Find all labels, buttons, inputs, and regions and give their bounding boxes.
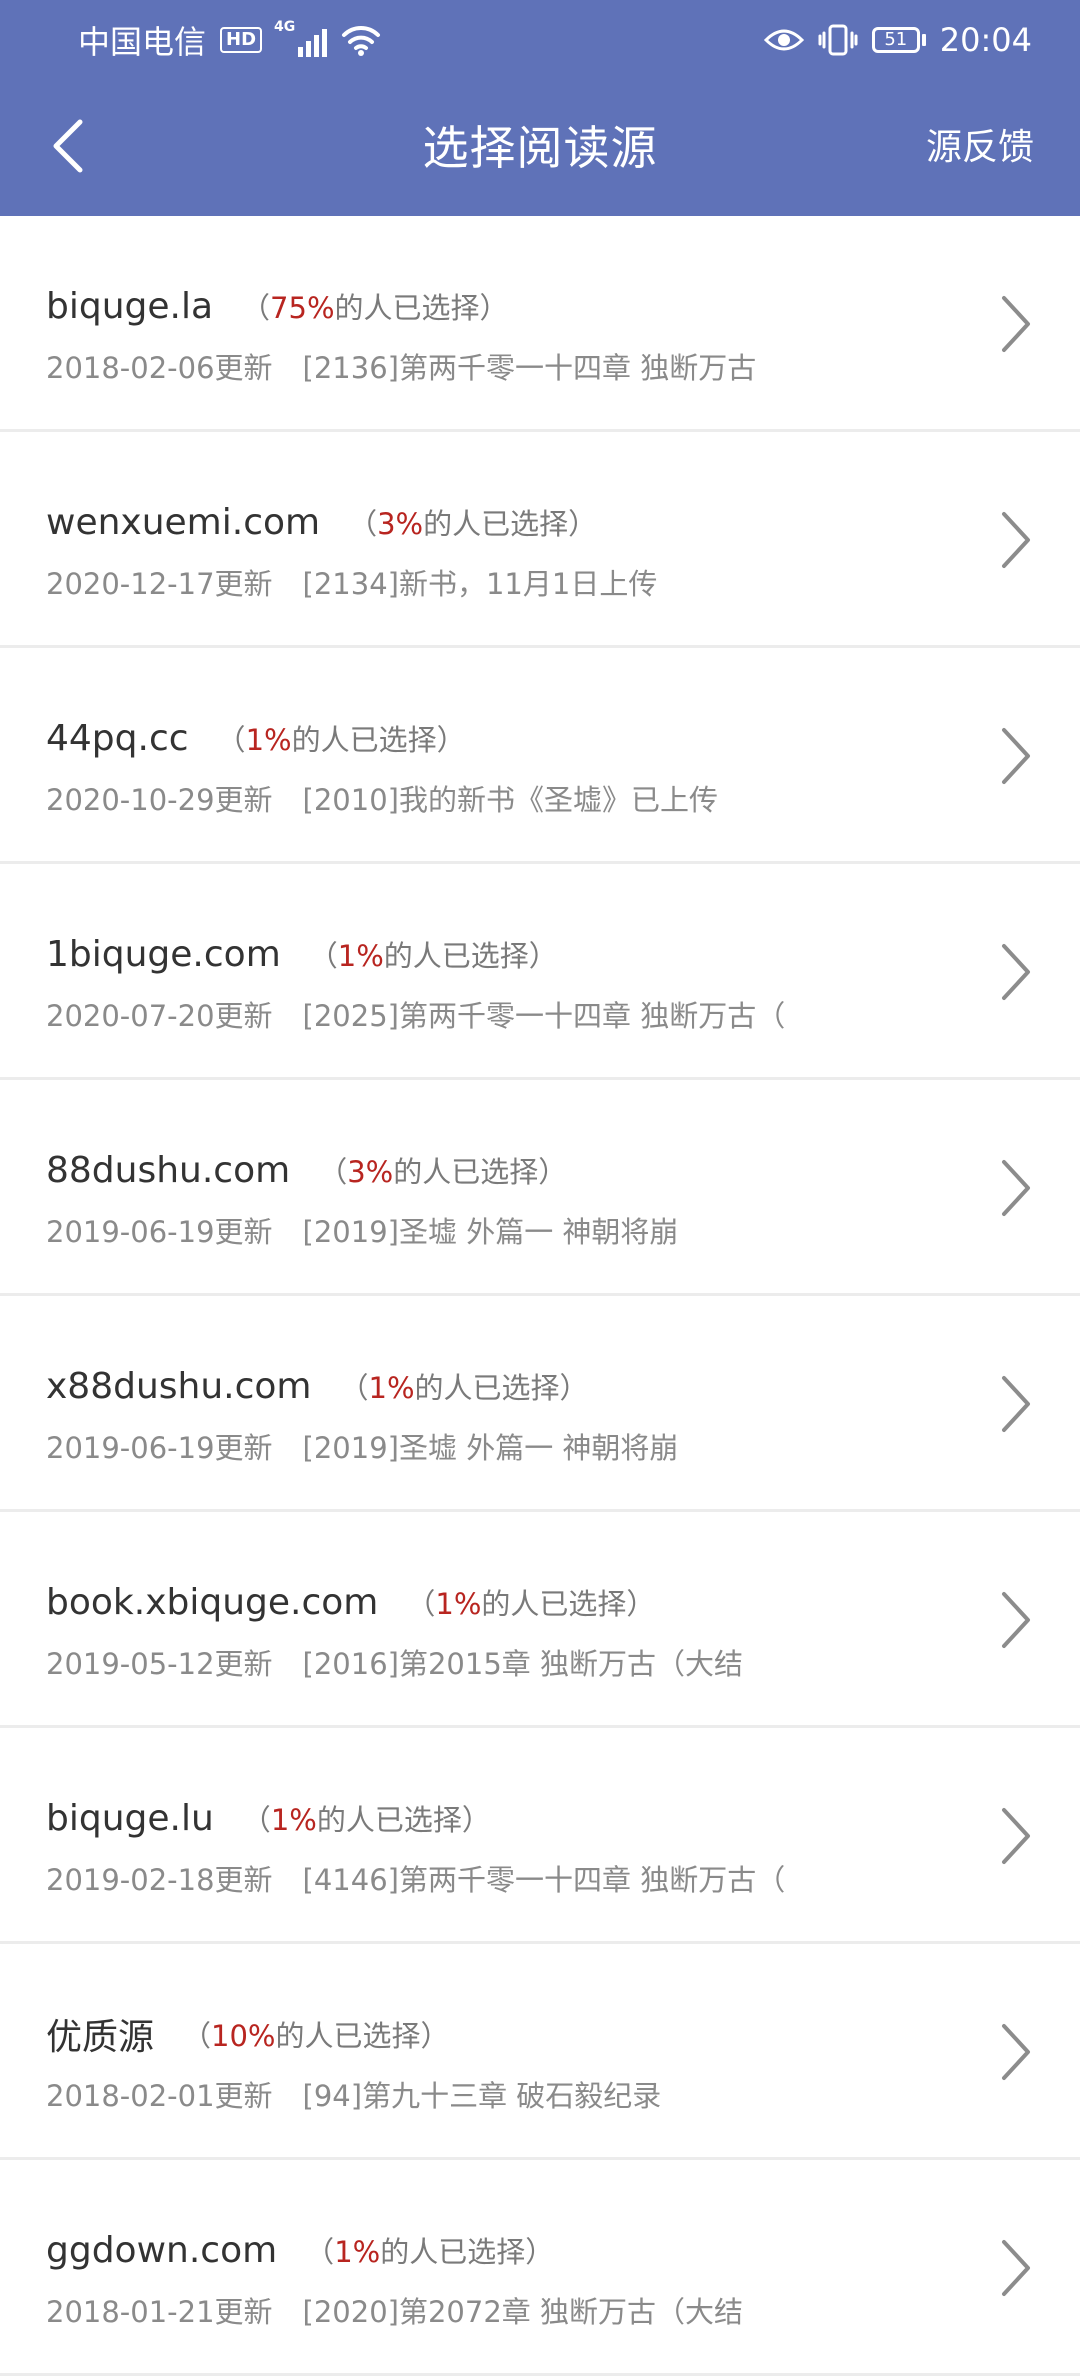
- selection-note: （1%的人已选择）: [241, 1803, 491, 1837]
- battery-level: 51: [871, 27, 920, 53]
- page-title: 选择阅读源: [422, 121, 658, 175]
- source-item[interactable]: x88dushu.com （1%的人已选择） 2019-06-19更新 [201…: [0, 1296, 1080, 1512]
- source-name: ggdown.com: [46, 2229, 278, 2271]
- selection-percent: 1%: [337, 939, 384, 973]
- source-feedback-button[interactable]: 源反馈: [926, 80, 1034, 216]
- selection-note: （1%的人已选择）: [308, 939, 558, 973]
- latest-chapter: [94]第九十三章 破石毅纪录: [302, 2079, 662, 2113]
- selection-note: （75%的人已选择）: [241, 291, 509, 325]
- battery-icon: 51: [871, 27, 926, 53]
- status-left: 中国电信 HD 4G: [78, 17, 381, 63]
- source-item[interactable]: wenxuemi.com （3%的人已选择） 2020-12-17更新 [213…: [0, 432, 1080, 648]
- source-name: wenxuemi.com: [46, 501, 321, 543]
- source-item[interactable]: biquge.la （75%的人已选择） 2018-02-06更新 [2136]…: [0, 216, 1080, 432]
- selection-note: （3%的人已选择）: [318, 1155, 568, 1189]
- latest-chapter: [2016]第2015章 独断万古（大结: [302, 1647, 743, 1681]
- selection-percent: 1%: [334, 2235, 381, 2269]
- selection-percent: 1%: [435, 1587, 482, 1621]
- source-name: 88dushu.com: [46, 1149, 291, 1191]
- vibrate-icon: [818, 24, 858, 56]
- selection-note: （3%的人已选择）: [348, 507, 598, 541]
- selection-percent: 3%: [377, 507, 424, 541]
- source-name: book.xbiquge.com: [46, 1581, 379, 1623]
- selection-note: （1%的人已选择）: [339, 1371, 589, 1405]
- latest-chapter: [2010]我的新书《圣墟》已上传: [302, 783, 718, 817]
- latest-chapter: [2136]第两千零一十四章 独断万古: [302, 351, 757, 385]
- source-name: 44pq.cc: [46, 717, 189, 759]
- source-list: biquge.la （75%的人已选择） 2018-02-06更新 [2136]…: [0, 216, 1080, 2376]
- selection-percent: 1%: [245, 723, 292, 757]
- chevron-right-icon: [1002, 296, 1030, 352]
- source-item[interactable]: 1biquge.com （1%的人已选择） 2020-07-20更新 [2025…: [0, 864, 1080, 1080]
- hd-icon: HD: [220, 27, 263, 53]
- chevron-right-icon: [1002, 1376, 1030, 1432]
- source-name: 1biquge.com: [46, 933, 281, 975]
- source-name: biquge.lu: [46, 1797, 214, 1839]
- selection-note: （1%的人已选择）: [216, 723, 466, 757]
- selection-note: （10%的人已选择）: [182, 2019, 450, 2053]
- chevron-right-icon: [1002, 1808, 1030, 1864]
- source-item[interactable]: 88dushu.com （3%的人已选择） 2019-06-19更新 [2019…: [0, 1080, 1080, 1296]
- source-item[interactable]: 优质源 （10%的人已选择） 2018-02-01更新 [94]第九十三章 破石…: [0, 1944, 1080, 2160]
- source-name: 优质源: [46, 2017, 155, 2058]
- status-right: 51 20:04: [763, 21, 1032, 59]
- selection-percent: 1%: [368, 1371, 415, 1405]
- chevron-right-icon: [1002, 944, 1030, 1000]
- update-date: 2019-02-18更新: [46, 1863, 273, 1897]
- latest-chapter: [4146]第两千零一十四章 独断万古（: [302, 1863, 786, 1897]
- nav-bar: 选择阅读源 源反馈: [0, 80, 1080, 216]
- signal-icon: 4G: [274, 19, 328, 57]
- source-item[interactable]: book.xbiquge.com （1%的人已选择） 2019-05-12更新 …: [0, 1512, 1080, 1728]
- latest-chapter: [2019]圣墟 外篇一 神朝将崩: [302, 1215, 679, 1249]
- chevron-right-icon: [1002, 728, 1030, 784]
- source-item[interactable]: biquge.lu （1%的人已选择） 2019-02-18更新 [4146]第…: [0, 1728, 1080, 1944]
- update-date: 2020-10-29更新: [46, 783, 273, 817]
- selection-percent: 3%: [347, 1155, 394, 1189]
- carrier-label: 中国电信: [78, 23, 207, 61]
- chevron-right-icon: [1002, 2240, 1030, 2296]
- clock: 20:04: [939, 21, 1032, 59]
- update-date: 2020-07-20更新: [46, 999, 273, 1033]
- selection-percent: 10%: [211, 2019, 276, 2053]
- source-name: biquge.la: [46, 285, 214, 327]
- latest-chapter: [2019]圣墟 外篇一 神朝将崩: [302, 1431, 679, 1465]
- update-date: 2019-06-19更新: [46, 1215, 273, 1249]
- status-bar: 中国电信 HD 4G 51 20:04: [0, 0, 1080, 80]
- selection-percent: 1%: [270, 1803, 317, 1837]
- source-name: x88dushu.com: [46, 1365, 312, 1407]
- chevron-right-icon: [1002, 512, 1030, 568]
- update-date: 2018-01-21更新: [46, 2295, 273, 2329]
- selection-percent: 75%: [270, 291, 335, 325]
- source-item[interactable]: 44pq.cc （1%的人已选择） 2020-10-29更新 [2010]我的新…: [0, 648, 1080, 864]
- top-bar: 中国电信 HD 4G 51 20:04 选择阅读源 源反馈: [0, 0, 1080, 216]
- update-date: 2018-02-06更新: [46, 351, 273, 385]
- latest-chapter: [2020]第2072章 独断万古（大结: [302, 2295, 743, 2329]
- latest-chapter: [2134]新书，11月1日上传: [302, 567, 658, 601]
- selection-note: （1%的人已选择）: [305, 2235, 555, 2269]
- latest-chapter: [2025]第两千零一十四章 独断万古（: [302, 999, 786, 1033]
- update-date: 2018-02-01更新: [46, 2079, 273, 2113]
- eye-icon: [763, 29, 804, 51]
- chevron-right-icon: [1002, 1592, 1030, 1648]
- selection-note: （1%的人已选择）: [406, 1587, 656, 1621]
- update-date: 2019-05-12更新: [46, 1647, 273, 1681]
- chevron-right-icon: [1002, 2024, 1030, 2080]
- chevron-right-icon: [1002, 1160, 1030, 1216]
- wifi-icon: [342, 25, 381, 56]
- source-item[interactable]: ggdown.com （1%的人已选择） 2018-01-21更新 [2020]…: [0, 2160, 1080, 2376]
- update-date: 2020-12-17更新: [46, 567, 273, 601]
- network-type-label: 4G: [274, 19, 296, 35]
- update-date: 2019-06-19更新: [46, 1431, 273, 1465]
